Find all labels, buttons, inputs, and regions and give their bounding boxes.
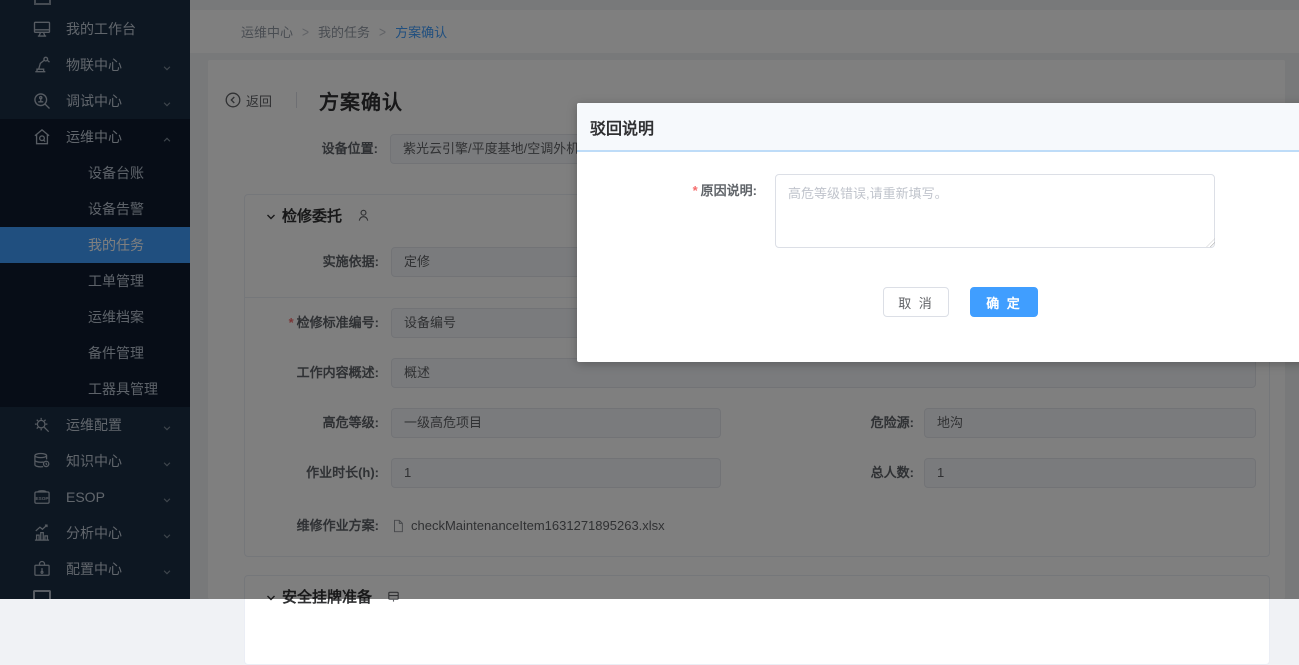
reason-textarea[interactable] bbox=[775, 174, 1215, 248]
cancel-button[interactable]: 取 消 bbox=[883, 287, 949, 317]
reject-dialog-header: 驳回说明 bbox=[577, 103, 1299, 152]
reason-label: *原因说明: bbox=[577, 180, 757, 199]
reject-dialog-title: 驳回说明 bbox=[590, 115, 654, 139]
reject-dialog: 驳回说明 *原因说明: 取 消 确 定 bbox=[577, 103, 1299, 362]
textarea-resize-handle[interactable] bbox=[1206, 238, 1215, 247]
confirm-button[interactable]: 确 定 bbox=[970, 287, 1038, 317]
